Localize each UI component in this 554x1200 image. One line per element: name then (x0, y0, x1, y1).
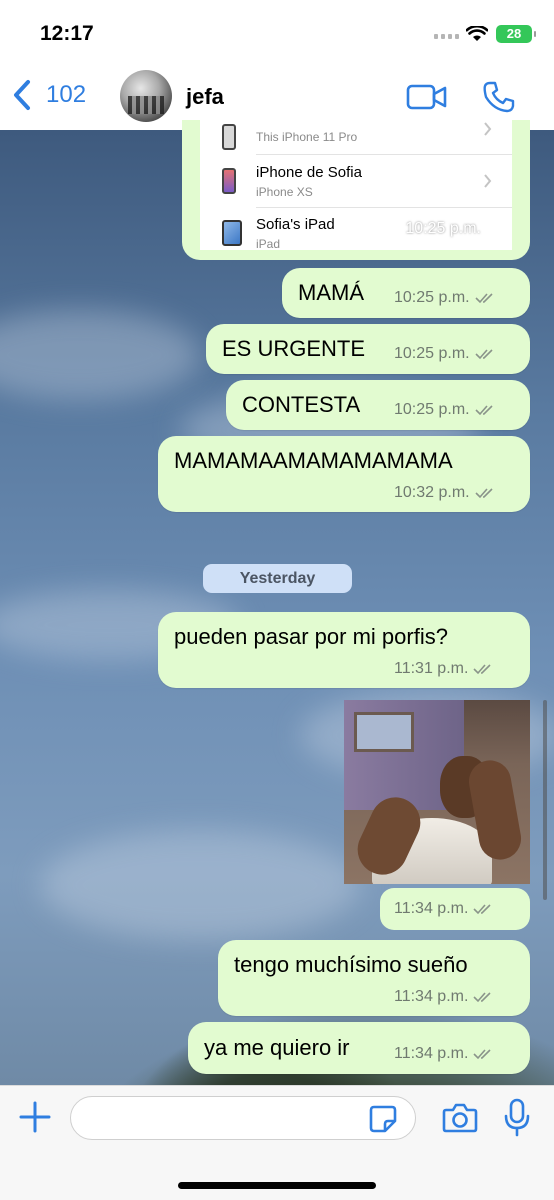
read-receipt-icon (473, 1049, 491, 1060)
avatar[interactable] (120, 70, 172, 122)
iphone-icon (222, 168, 236, 194)
device-model: iPad (256, 237, 281, 250)
image-message-screenshot[interactable]: This iPhone 11 Pro iPhone de Sofia iPhon… (182, 120, 530, 260)
message-time: 10:25 p.m. (394, 289, 470, 306)
outgoing-message[interactable]: MAMAMAAMAMAMAMAMA 10:32 p.m. (158, 436, 530, 512)
message-time: 11:34 p.m. (394, 1045, 469, 1062)
scrollbar[interactable] (543, 700, 547, 900)
message-text: MAMAMAAMAMAMAMAMA (174, 448, 453, 473)
message-meta: 10:25 p.m. (394, 289, 497, 307)
outgoing-message[interactable]: MAMÁ 10:25 p.m. (282, 268, 530, 318)
phone-call-icon[interactable] (482, 80, 516, 114)
message-time: 10:32 p.m. (394, 484, 470, 501)
chevron-right-icon (484, 122, 492, 136)
outgoing-message[interactable]: pueden pasar por mi porfis? 11:31 p.m. (158, 612, 530, 688)
iphone-icon (222, 124, 236, 150)
clock: 12:17 (40, 22, 94, 45)
message-input[interactable] (70, 1096, 416, 1140)
contact-name[interactable]: jefa (186, 84, 224, 110)
battery-icon: 28 (496, 25, 536, 43)
message-meta: 11:34 p.m. (394, 900, 495, 918)
message-time: 11:31 p.m. (394, 660, 469, 677)
message-text: tengo muchísimo sueño (234, 952, 468, 977)
message-meta: 10:25 p.m. (394, 345, 497, 363)
read-receipt-icon (473, 904, 491, 915)
message-time: 10:25 p.m. (394, 401, 470, 418)
message-time: 10:25 p.m. (405, 220, 481, 237)
message-meta: 10:25 p.m. (394, 401, 497, 419)
message-meta: 11:34 p.m. (394, 1045, 495, 1063)
outgoing-message[interactable]: tengo muchísimo sueño 11:34 p.m. (218, 940, 530, 1016)
outgoing-message[interactable]: ya me quiero ir 11:34 p.m. (188, 1022, 530, 1074)
message-text: ES URGENTE (222, 336, 366, 361)
device-model: iPhone XS (256, 185, 313, 199)
back-button[interactable]: 102 (12, 79, 86, 111)
read-receipt-icon (486, 224, 504, 235)
message-meta: 10:25 p.m. (405, 220, 508, 238)
read-receipt-icon (475, 488, 493, 499)
read-receipt-icon (475, 349, 493, 360)
chevron-right-icon (484, 174, 492, 188)
home-indicator[interactable] (178, 1182, 376, 1189)
message-time: 11:34 p.m. (394, 988, 469, 1005)
cellular-signal-icon (434, 34, 459, 39)
message-time: 10:25 p.m. (394, 345, 470, 362)
video-call-icon[interactable] (406, 83, 448, 111)
read-receipt-icon (475, 293, 493, 304)
device-model: This iPhone 11 Pro (256, 130, 358, 144)
image-message-photo[interactable] (344, 700, 530, 884)
device-name: iPhone de Sofia (256, 164, 362, 181)
read-receipt-icon (473, 992, 491, 1003)
ipad-icon (222, 220, 242, 246)
plus-icon[interactable] (18, 1100, 52, 1134)
image-message-meta: 11:34 p.m. (380, 888, 530, 930)
message-meta: 11:31 p.m. (394, 660, 495, 678)
message-composer (0, 1085, 554, 1200)
wifi-icon (466, 26, 488, 41)
read-receipt-icon (475, 405, 493, 416)
message-text: ya me quiero ir (204, 1035, 350, 1060)
message-meta: 11:34 p.m. (394, 988, 495, 1006)
date-separator: Yesterday (203, 564, 352, 593)
camera-icon[interactable] (442, 1102, 478, 1134)
message-text: pueden pasar por mi porfis? (174, 624, 448, 649)
outgoing-message[interactable]: ES URGENTE 10:25 p.m. (206, 324, 530, 374)
message-meta: 10:32 p.m. (394, 484, 497, 502)
sticker-icon[interactable] (368, 1104, 398, 1134)
chevron-left-icon (14, 80, 30, 110)
message-time: 11:34 p.m. (394, 900, 469, 917)
status-bar: 12:17 28 (0, 0, 554, 62)
microphone-icon[interactable] (504, 1098, 530, 1138)
read-receipt-icon (473, 664, 491, 675)
unread-count: 102 (46, 81, 87, 108)
message-text: CONTESTA (242, 392, 361, 417)
device-row: iPhone de Sofia iPhone XS (200, 156, 512, 208)
outgoing-message[interactable]: CONTESTA 10:25 p.m. (226, 380, 530, 430)
message-text: MAMÁ (298, 280, 364, 305)
device-name: Sofia's iPad (256, 216, 335, 233)
